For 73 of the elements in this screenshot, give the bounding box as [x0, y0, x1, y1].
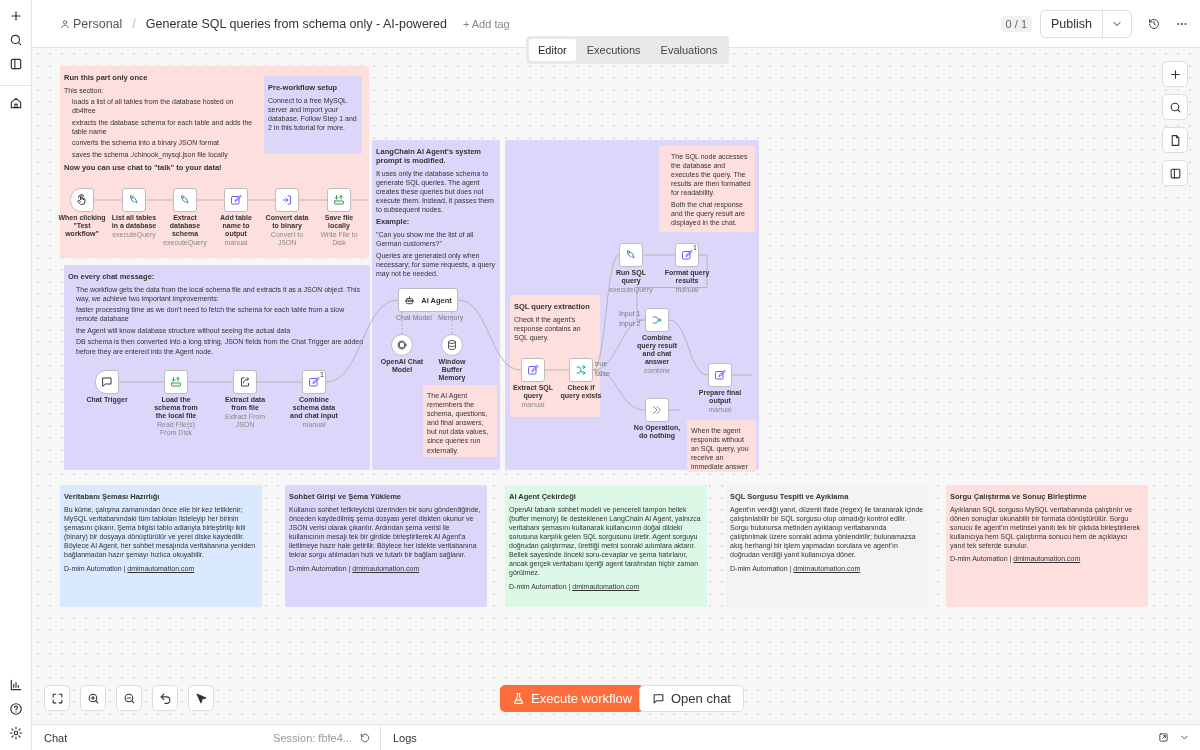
fit-view-icon[interactable]	[44, 685, 70, 711]
import-icon	[281, 194, 293, 206]
workflow-title[interactable]: Generate SQL queries from schema only - AI-powered	[145, 16, 447, 31]
reset-icon[interactable]	[360, 732, 370, 743]
workflow-node[interactable]	[327, 188, 351, 212]
connector-line	[298, 199, 328, 201]
connector-line	[118, 381, 165, 383]
add-tag-link[interactable]: + Add tag	[462, 17, 510, 30]
workflow-node[interactable]	[275, 188, 299, 212]
publish-button[interactable]: Publish	[1040, 9, 1132, 38]
database-icon	[446, 339, 458, 351]
connector-line	[196, 199, 225, 201]
workflow-node[interactable]	[164, 370, 188, 394]
view-tab[interactable]: Evaluations	[651, 39, 727, 61]
pencil-icon	[681, 249, 693, 261]
panel-icon[interactable]	[1162, 160, 1188, 186]
undo-icon[interactable]	[152, 685, 178, 711]
view-tab[interactable]: Editor	[529, 39, 576, 61]
branch-icon	[575, 364, 587, 376]
cursor-icon	[76, 194, 88, 206]
workflow-node[interactable]	[708, 363, 732, 387]
file-transfer-icon	[170, 376, 182, 388]
connector-line	[668, 409, 681, 411]
connector-line	[731, 374, 753, 376]
workflow-node[interactable]	[224, 188, 248, 212]
connector-line	[247, 199, 276, 201]
flask-icon	[512, 692, 525, 705]
panel-title: Chat	[44, 731, 68, 744]
connector-line	[187, 381, 234, 383]
breadcrumb-separator: /	[132, 16, 136, 31]
pencil-icon	[308, 376, 320, 388]
document-icon[interactable]	[1162, 127, 1188, 153]
workflow-node[interactable]	[521, 358, 545, 382]
connector-line	[256, 381, 303, 383]
chat-icon	[652, 692, 665, 705]
connector-line	[544, 369, 570, 371]
pointer-icon[interactable]	[188, 685, 214, 711]
search-icon[interactable]	[1162, 94, 1188, 120]
workflow-node[interactable]	[645, 398, 669, 422]
session-label: Session: fbfe4...	[273, 731, 352, 744]
view-tab[interactable]: Executions	[577, 39, 650, 61]
workflow-node[interactable]	[645, 308, 669, 332]
pencil-icon	[230, 194, 242, 206]
zoom-out-icon[interactable]	[116, 685, 142, 711]
connector-line	[401, 311, 403, 335]
popout-icon[interactable]	[1158, 732, 1169, 743]
file-transfer-icon	[333, 194, 345, 206]
panel-title: Logs	[393, 731, 417, 744]
connector-line	[145, 199, 174, 201]
pencil-icon	[527, 364, 539, 376]
double-arrow-icon	[651, 404, 663, 416]
breadcrumb-link[interactable]: Personal	[60, 16, 123, 31]
pencil-icon	[714, 369, 726, 381]
chat-bubble-icon	[101, 376, 113, 388]
workflow-node[interactable]	[173, 188, 197, 212]
zoom-in-icon[interactable]	[1162, 61, 1188, 87]
person-icon	[60, 18, 70, 29]
connector-line	[451, 311, 453, 335]
robot-icon	[404, 294, 416, 306]
workflow-node[interactable]	[619, 243, 643, 267]
history-icon[interactable]	[1148, 17, 1160, 30]
workflow-node[interactable]	[122, 188, 146, 212]
open-chat-button[interactable]: Open chat	[639, 685, 744, 712]
workflow-node[interactable]	[95, 370, 119, 394]
version-counter: 0 / 1	[1000, 15, 1032, 32]
workflow-node[interactable]	[70, 188, 94, 212]
merge-icon	[651, 314, 663, 326]
connector-line	[93, 199, 123, 201]
export-icon	[239, 376, 251, 388]
workflow-node[interactable]	[233, 370, 257, 394]
connector-line	[350, 199, 368, 201]
workflow-node[interactable]	[569, 358, 593, 382]
zoom-in-icon[interactable]	[80, 685, 106, 711]
